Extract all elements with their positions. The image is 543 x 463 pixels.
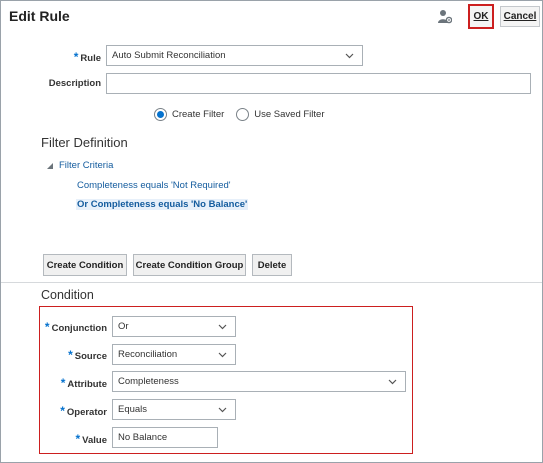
- source-label: * Source: [43, 348, 107, 362]
- required-marker: *: [60, 376, 66, 390]
- value-field[interactable]: No Balance: [112, 427, 218, 448]
- delete-button[interactable]: Delete: [252, 254, 292, 276]
- rule-select[interactable]: Auto Submit Reconciliation: [106, 45, 363, 66]
- conjunction-select[interactable]: Or: [112, 316, 236, 337]
- required-marker: *: [75, 432, 81, 446]
- rule-label: * Rule: [61, 50, 101, 64]
- filter-item-selected[interactable]: Or Completeness equals 'No Balance': [76, 199, 249, 210]
- attribute-value: Completeness: [118, 376, 179, 387]
- value-label-text: Value: [82, 435, 107, 446]
- required-marker: *: [73, 50, 79, 64]
- rule-label-text: Rule: [80, 53, 101, 64]
- value-label: * Value: [43, 432, 108, 446]
- conjunction-value: Or: [118, 321, 129, 332]
- dialog-title: Edit Rule: [9, 8, 70, 24]
- filter-definition-heading: Filter Definition: [41, 135, 128, 150]
- create-condition-button[interactable]: Create Condition: [43, 254, 127, 276]
- description-label: Description: [48, 78, 101, 89]
- create-condition-group-button[interactable]: Create Condition Group: [133, 254, 246, 276]
- conjunction-label: * Conjunction: [43, 320, 107, 334]
- operator-select[interactable]: Equals: [112, 399, 236, 420]
- operator-label-text: Operator: [66, 407, 107, 418]
- create-filter-label: Create Filter: [172, 109, 225, 120]
- use-saved-filter-radio[interactable]: [236, 108, 250, 121]
- condition-heading: Condition: [41, 288, 94, 302]
- required-marker: *: [44, 320, 50, 334]
- use-saved-filter-label: Use Saved Filter: [254, 109, 325, 120]
- rule-value: Auto Submit Reconciliation: [112, 50, 226, 61]
- attribute-select[interactable]: Completeness: [112, 371, 406, 392]
- tree-expanded-icon[interactable]: [46, 162, 54, 170]
- source-value: Reconciliation: [118, 349, 178, 360]
- ok-button[interactable]: OK: [468, 4, 494, 29]
- person-settings-icon[interactable]: [438, 9, 452, 25]
- chevron-down-icon: [218, 407, 227, 413]
- source-select[interactable]: Reconciliation: [112, 344, 236, 365]
- attribute-label-text: Attribute: [67, 379, 107, 390]
- filter-item[interactable]: Completeness equals 'Not Required': [77, 180, 231, 191]
- cancel-button[interactable]: Cancel: [500, 6, 540, 27]
- section-divider: [1, 282, 542, 283]
- chevron-down-icon: [388, 379, 397, 385]
- filter-mode-radios: Create Filter Use Saved Filter: [154, 108, 325, 121]
- filter-criteria-node[interactable]: Filter Criteria: [59, 160, 113, 171]
- create-filter-radio[interactable]: [154, 108, 167, 121]
- chevron-down-icon: [345, 53, 354, 59]
- attribute-label: * Attribute: [43, 376, 107, 390]
- source-label-text: Source: [74, 351, 107, 362]
- chevron-down-icon: [218, 324, 227, 330]
- operator-value: Equals: [118, 404, 148, 415]
- conjunction-label-text: Conjunction: [51, 323, 107, 334]
- description-field[interactable]: [106, 73, 531, 94]
- edit-rule-dialog: Edit Rule OK Cancel * Rule Auto Submit Re…: [0, 0, 543, 463]
- chevron-down-icon: [218, 352, 227, 358]
- operator-label: * Operator: [43, 404, 107, 418]
- required-marker: *: [60, 404, 65, 418]
- required-marker: *: [68, 348, 73, 362]
